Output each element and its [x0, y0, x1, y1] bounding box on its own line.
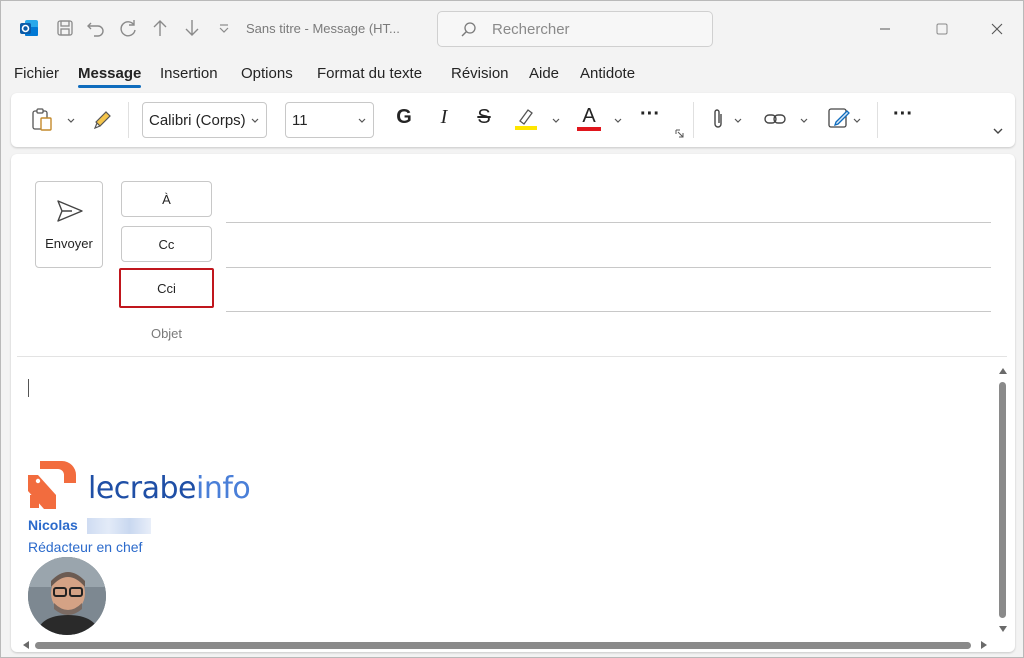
ribbon-separator	[128, 102, 129, 138]
arrow-down-icon[interactable]	[181, 15, 203, 41]
search-icon	[461, 22, 476, 37]
dialog-launcher-icon[interactable]	[674, 128, 684, 138]
link-icon[interactable]	[762, 107, 788, 131]
undo-icon[interactable]	[85, 15, 107, 41]
tab-insertion[interactable]: Insertion	[160, 65, 218, 82]
arrow-up-icon[interactable]	[149, 15, 171, 41]
search-input[interactable]	[492, 19, 692, 39]
chevron-down-icon	[251, 118, 259, 123]
signature-name: Nicolas	[28, 517, 78, 533]
font-color-glyph: A	[582, 105, 596, 127]
more-format-button[interactable]: ···	[637, 103, 663, 126]
search-box[interactable]	[437, 11, 713, 47]
tab-fichier[interactable]: Fichier	[14, 65, 59, 82]
chevron-down-icon[interactable]	[799, 117, 809, 125]
blurred-surname	[87, 518, 151, 534]
close-icon[interactable]	[985, 17, 1009, 41]
lecrabeinfo-logo: lecrabeinfo	[28, 461, 251, 511]
logo-wordmark: lecrabeinfo	[88, 471, 251, 506]
vertical-scroll-thumb[interactable]	[999, 382, 1006, 618]
more-options-button[interactable]: ···	[890, 103, 916, 126]
scroll-left-icon[interactable]	[21, 640, 31, 650]
crab-logo-icon	[28, 461, 76, 509]
chevron-down-icon[interactable]	[613, 117, 623, 125]
italic-button[interactable]: I	[434, 106, 454, 129]
chevron-down-icon[interactable]	[551, 117, 561, 125]
message-body[interactable]: lecrabeinfo Nicolas Rédacteur en chef	[17, 357, 993, 637]
attach-icon[interactable]	[708, 106, 728, 132]
subject-label: Objet	[150, 326, 183, 341]
compose-pane: Envoyer À Cc Cci Objet lecrabeinfo Nicol…	[11, 154, 1015, 652]
minimize-icon[interactable]	[873, 17, 897, 41]
bcc-field[interactable]	[226, 311, 991, 312]
to-field[interactable]	[226, 222, 991, 223]
ribbon-tabs: Fichier Message Insertion Options Format…	[1, 59, 1023, 89]
outlook-compose-window: Sans titre - Message (HT... Fichier Mess…	[0, 0, 1024, 658]
scroll-up-icon[interactable]	[998, 366, 1008, 376]
horizontal-scrollbar[interactable]	[17, 638, 993, 652]
font-size-select[interactable]: 11	[285, 102, 374, 138]
logo-text-main: lecrabe	[88, 471, 197, 506]
title-bar: Sans titre - Message (HT...	[1, 1, 1023, 57]
send-icon	[57, 200, 83, 222]
text-caret	[28, 379, 29, 397]
send-label: Envoyer	[45, 236, 93, 251]
vertical-scrollbar[interactable]	[996, 362, 1010, 638]
highlight-icon[interactable]	[513, 105, 539, 133]
chevron-down-icon[interactable]	[733, 117, 743, 125]
avatar	[28, 557, 106, 635]
save-icon[interactable]	[54, 15, 76, 41]
font-color-swatch	[577, 127, 601, 131]
font-color-button[interactable]: A	[576, 103, 602, 133]
maximize-icon[interactable]	[930, 17, 954, 41]
tab-format-du-texte[interactable]: Format du texte	[317, 65, 422, 82]
font-name-value: Calibri (Corps)	[149, 111, 246, 129]
expand-ribbon-icon[interactable]	[992, 127, 1004, 136]
customize-toolbar-icon[interactable]	[213, 15, 235, 41]
bold-button[interactable]: G	[394, 106, 414, 129]
font-name-select[interactable]: Calibri (Corps)	[142, 102, 267, 138]
tab-revision[interactable]: Révision	[451, 65, 509, 82]
scroll-down-icon[interactable]	[998, 624, 1008, 634]
redo-icon[interactable]	[117, 15, 139, 41]
logo-text-accent: info	[196, 471, 251, 506]
tab-options[interactable]: Options	[241, 65, 293, 82]
horizontal-scroll-thumb[interactable]	[35, 642, 971, 649]
outlook-app-icon	[20, 20, 38, 36]
scroll-right-icon[interactable]	[979, 640, 989, 650]
send-button[interactable]: Envoyer	[35, 181, 103, 268]
ribbon-separator	[693, 102, 694, 138]
format-painter-icon[interactable]	[91, 107, 115, 131]
font-size-value: 11	[292, 111, 308, 129]
strikethrough-button[interactable]: S	[474, 106, 494, 129]
chevron-down-icon	[358, 118, 366, 123]
bcc-button[interactable]: Cci	[119, 268, 214, 308]
tab-aide[interactable]: Aide	[529, 65, 559, 82]
signature-icon[interactable]	[826, 105, 852, 131]
cc-button[interactable]: Cc	[121, 226, 212, 262]
chevron-down-icon[interactable]	[852, 117, 862, 125]
ribbon-separator	[877, 102, 878, 138]
chevron-down-icon[interactable]	[66, 117, 76, 125]
paste-icon[interactable]	[29, 106, 55, 134]
tab-antidote[interactable]: Antidote	[580, 65, 635, 82]
signature-title: Rédacteur en chef	[28, 539, 143, 555]
tab-message[interactable]: Message	[78, 65, 142, 88]
ribbon-toolbar: Calibri (Corps) 11 G I S A ··· ···	[11, 93, 1015, 147]
cc-field[interactable]	[226, 267, 991, 268]
window-title: Sans titre - Message (HT...	[246, 21, 400, 36]
to-button[interactable]: À	[121, 181, 212, 217]
